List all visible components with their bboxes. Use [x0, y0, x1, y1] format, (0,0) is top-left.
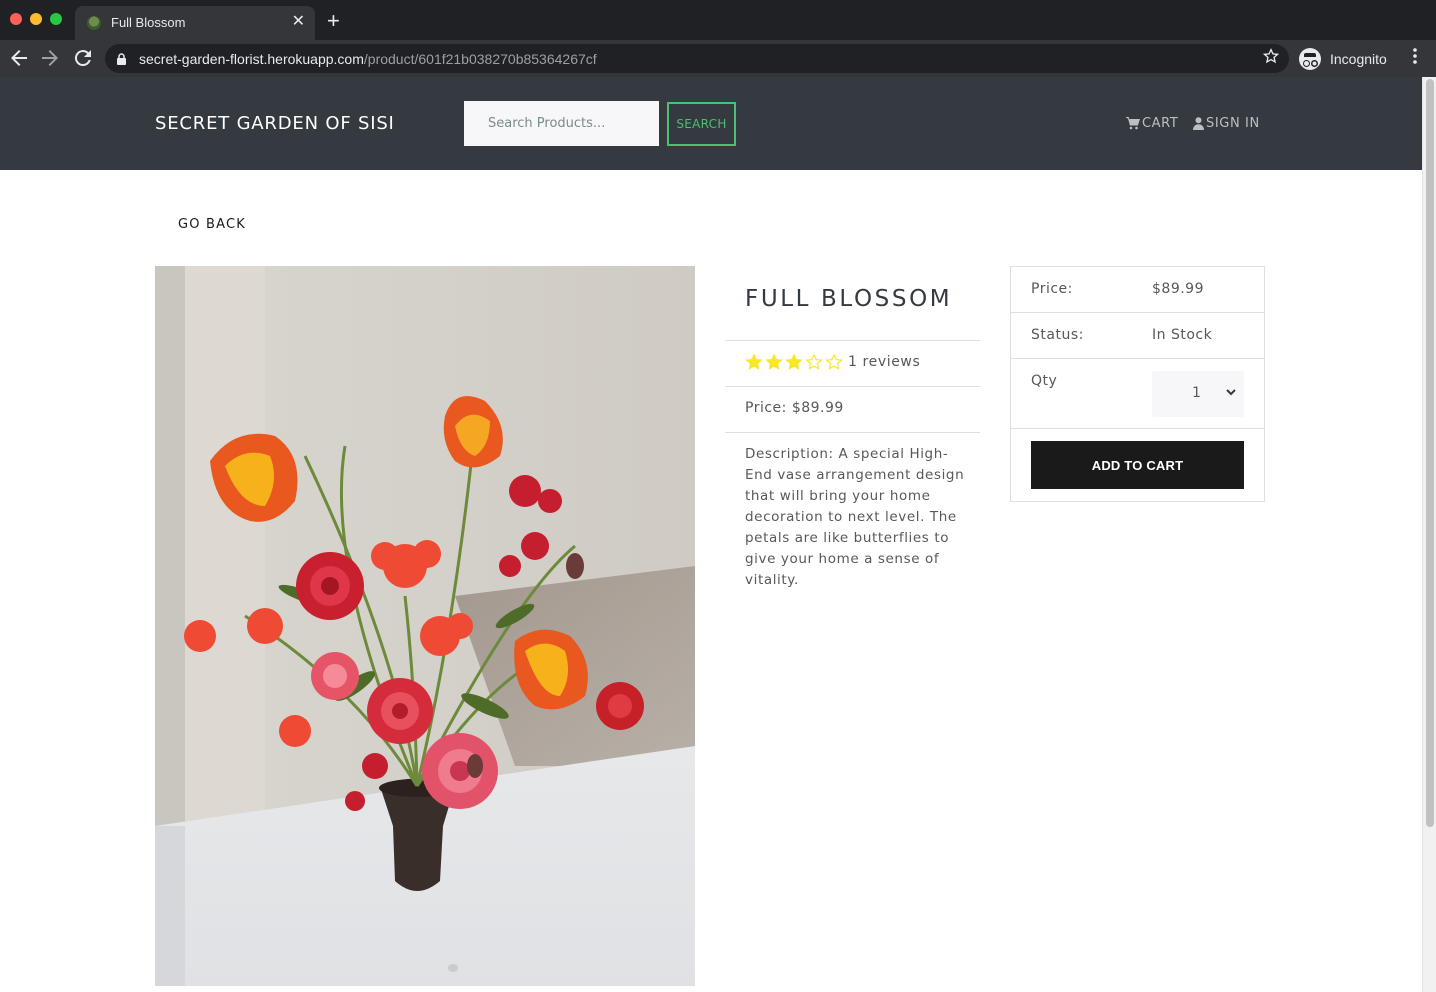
- favicon-icon: [87, 16, 101, 30]
- page-scrollbar[interactable]: [1422, 77, 1436, 992]
- price-row: Price: $89.99: [1011, 267, 1264, 313]
- status-value: In Stock: [1152, 327, 1213, 343]
- url-path: /product/601f21b038270b85364267cf: [363, 51, 597, 67]
- price-value: $89.99: [1152, 281, 1204, 297]
- url-text: secret-garden-florist.herokuapp.com/prod…: [139, 51, 597, 67]
- forward-arrow-icon[interactable]: [38, 46, 62, 70]
- star-filled-icon: [745, 353, 763, 370]
- tab-close-icon[interactable]: ✕: [292, 12, 305, 32]
- search-input[interactable]: [464, 101, 659, 146]
- chevron-down-icon: [1226, 389, 1236, 396]
- new-tab-button[interactable]: +: [327, 10, 340, 32]
- price-label: Price:: [1031, 281, 1073, 297]
- product-price: Price: $89.99: [745, 400, 844, 416]
- window-zoom-dot[interactable]: [50, 13, 62, 25]
- browser-toolbar: secret-garden-florist.herokuapp.com/prod…: [0, 40, 1436, 77]
- qty-select[interactable]: 1: [1152, 371, 1244, 417]
- window-close-dot[interactable]: [10, 13, 22, 25]
- brand-logo[interactable]: SECRET GARDEN OF SISI: [155, 113, 395, 134]
- incognito-profile[interactable]: Incognito: [1299, 45, 1387, 72]
- star-filled-icon: [785, 353, 803, 370]
- rating: 1 reviews: [745, 353, 920, 371]
- window-minimize-dot[interactable]: [30, 13, 42, 25]
- tab-title: Full Blossom: [111, 15, 186, 30]
- divider: [725, 340, 980, 341]
- cart-label: CART: [1142, 116, 1179, 131]
- search-button[interactable]: Search: [667, 102, 736, 146]
- browser-tab-active[interactable]: Full Blossom ✕: [75, 6, 315, 40]
- lock-icon: [117, 52, 126, 65]
- product-title: FULL BLOSSOM: [745, 286, 953, 312]
- scrollbar-thumb[interactable]: [1426, 79, 1434, 827]
- star-empty-icon: [805, 353, 823, 370]
- back-arrow-icon[interactable]: [7, 46, 31, 70]
- reload-icon[interactable]: [71, 46, 95, 70]
- signin-label: SIGN IN: [1206, 116, 1260, 131]
- user-icon: [1193, 117, 1204, 130]
- bookmark-star-icon[interactable]: [1262, 48, 1280, 69]
- site-header: SECRET GARDEN OF SISI Search CART SIGN I…: [0, 77, 1422, 170]
- star-filled-icon: [765, 353, 783, 370]
- qty-value: 1: [1192, 385, 1201, 401]
- go-back-button[interactable]: GO BACK: [178, 217, 246, 232]
- nav-signin-link[interactable]: SIGN IN: [1193, 116, 1260, 131]
- status-row: Status: In Stock: [1011, 313, 1264, 359]
- page-viewport: SECRET GARDEN OF SISI Search CART SIGN I…: [0, 77, 1436, 992]
- qty-label: Qty: [1031, 373, 1058, 389]
- purchase-card: Price: $89.99 Status: In Stock Qty 1 Add…: [1010, 266, 1265, 502]
- browser-tab-bar: Full Blossom ✕ +: [0, 0, 1436, 40]
- product-description: Description: A special High-End vase arr…: [745, 446, 965, 588]
- qty-row: Qty 1: [1011, 359, 1264, 429]
- incognito-icon: [1299, 47, 1321, 70]
- status-label: Status:: [1031, 327, 1084, 343]
- add-to-cart-button[interactable]: Add To Cart: [1031, 441, 1244, 489]
- incognito-label: Incognito: [1330, 50, 1387, 67]
- product-image: [155, 266, 695, 986]
- reviews-count: 1 reviews: [848, 354, 921, 370]
- browser-menu-icon[interactable]: [1408, 46, 1422, 70]
- address-bar[interactable]: secret-garden-florist.herokuapp.com/prod…: [105, 44, 1289, 73]
- url-host: secret-garden-florist.herokuapp.com: [139, 51, 364, 67]
- divider: [725, 386, 980, 387]
- rating-stars: [745, 353, 845, 371]
- cart-icon: [1126, 117, 1140, 130]
- divider: [725, 432, 980, 433]
- star-empty-icon: [825, 353, 843, 370]
- nav-cart-link[interactable]: CART: [1126, 116, 1178, 131]
